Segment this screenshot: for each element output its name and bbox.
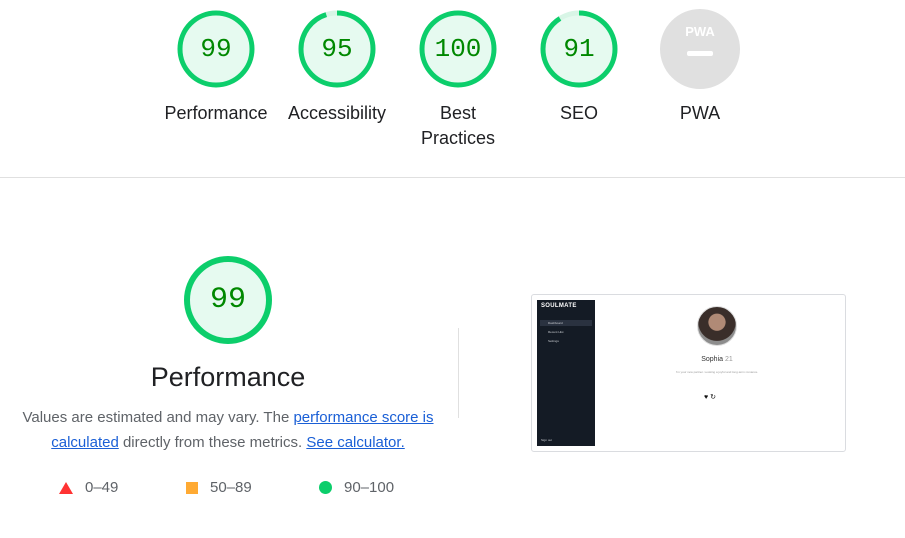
description-text-1: Values are estimated and may vary. The [22,409,294,426]
best-practices-gauge[interactable]: 100 [418,9,498,89]
screenshot-actions: ♥ ↻ [704,394,716,401]
pwa-badge-icon: PWA [660,9,740,89]
legend-pass-range: 90–100 [344,479,395,496]
screenshot-name-text: Sophia [701,356,724,363]
circle-icon [319,481,332,494]
performance-title: Performance [150,362,306,392]
best-practices-score: 100 [434,34,482,64]
screenshot-avatar [697,306,737,346]
screenshot-nav-item: Recent Hist [548,330,564,334]
screenshot-nav-item: Settings [548,339,559,343]
pwa-label[interactable]: PWA [635,101,765,126]
square-icon [186,481,198,494]
seo-gauge[interactable]: 91 [539,9,619,89]
legend-fail: 0–49 [59,479,118,496]
screenshot-nav-item: Dashboard [540,320,592,326]
vertical-divider [458,328,459,418]
performance-detail-gauge: 99 [183,255,273,345]
description-text-2: directly from these metrics. [118,434,307,451]
seo-score: 91 [563,34,595,64]
final-screenshot[interactable]: SOULMATE Dashboard Recent Hist Settings … [531,294,846,452]
screenshot-sidebar: SOULMATE Dashboard Recent Hist Settings … [537,300,595,446]
performance-gauge[interactable]: 99 [176,9,256,89]
best-practices-label[interactable]: Best Practices [408,101,508,151]
svg-text:PWA: PWA [685,24,715,39]
triangle-icon [59,481,73,494]
legend-average-range: 50–89 [210,479,252,496]
see-calculator-link[interactable]: See calculator. [306,434,404,451]
legend-pass: 90–100 [319,479,394,496]
accessibility-gauge[interactable]: 95 [297,9,377,89]
screenshot-profile-name: Sophia 21 [682,356,752,363]
accessibility-label[interactable]: Accessibility [272,101,402,126]
pwa-gauge[interactable]: PWA [660,9,740,89]
screenshot-signout: Sign out [541,438,553,442]
performance-detail-score: 99 [209,283,246,317]
screenshot-logo: SOULMATE [541,303,577,309]
screenshot-age-text: 21 [724,356,733,363]
header-divider [0,177,905,178]
seo-label[interactable]: SEO [514,101,644,126]
performance-description: Values are estimated and may vary. The p… [22,405,434,455]
legend-fail-range: 0–49 [85,479,119,496]
performance-score: 99 [200,34,232,64]
screenshot-tagline: I'm your new partner. Looking a joyful a… [675,370,759,374]
performance-label[interactable]: Performance [151,101,281,126]
legend-average: 50–89 [186,479,252,496]
accessibility-score: 95 [321,34,353,64]
